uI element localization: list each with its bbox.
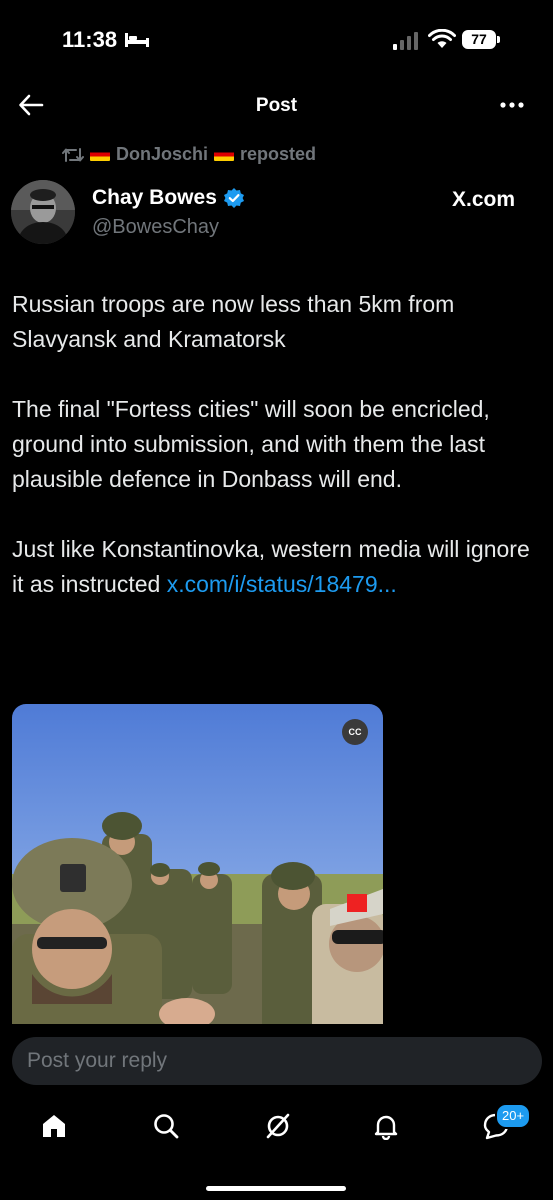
- author-handle[interactable]: @BowesChay: [92, 216, 219, 239]
- germany-flag-icon: [214, 148, 235, 161]
- home-icon: [43, 1115, 65, 1137]
- repost-suffix: reposted: [240, 144, 317, 164]
- repost-icon: [62, 147, 84, 162]
- video-thumbnail[interactable]: [12, 704, 383, 1044]
- status-time: 11:38: [62, 27, 118, 52]
- wifi-icon: [428, 29, 456, 48]
- avatar[interactable]: [11, 180, 75, 244]
- search-tab[interactable]: [146, 1106, 186, 1146]
- notifications-badge: 20+: [495, 1103, 532, 1129]
- tweet-paragraph: Russian troops are now less than 5km fro…: [12, 291, 455, 352]
- cellular-signal-icon: [393, 30, 418, 50]
- author-name-row[interactable]: Chay Bowes: [92, 186, 245, 210]
- repost-indicator[interactable]: DonJoschi reposted: [62, 144, 316, 165]
- grok-icon: [266, 1113, 290, 1139]
- home-tab[interactable]: [34, 1106, 74, 1146]
- tweet-paragraph: Just like Konstantinovka, western media …: [12, 532, 542, 602]
- status-link[interactable]: x.com/i/status/18479...: [167, 571, 397, 597]
- grok-tab[interactable]: [258, 1106, 298, 1146]
- repost-user: DonJoschi: [116, 144, 209, 164]
- notifications-tab[interactable]: [366, 1106, 406, 1146]
- tweet-text: Russian troops are now less than 5km fro…: [12, 287, 542, 637]
- author-name[interactable]: Chay Bowes: [92, 186, 217, 210]
- closed-captions-icon[interactable]: CC: [342, 719, 368, 745]
- search-icon: [154, 1114, 179, 1139]
- reply-input[interactable]: Post your reply: [12, 1037, 542, 1085]
- verified-badge-icon: [223, 188, 244, 208]
- sleep-focus-icon: [125, 33, 149, 47]
- home-indicator: [206, 1186, 346, 1191]
- page-title: Post: [255, 95, 298, 116]
- more-options-icon[interactable]: [499, 98, 525, 112]
- battery-cap: [497, 36, 500, 43]
- battery-indicator: 77: [462, 30, 496, 49]
- germany-flag-icon: [90, 148, 110, 161]
- source-label: X.com: [452, 188, 516, 211]
- bell-icon: [374, 1115, 398, 1140]
- tweet-paragraph: The final "Fortess cities" will soon be …: [12, 396, 490, 492]
